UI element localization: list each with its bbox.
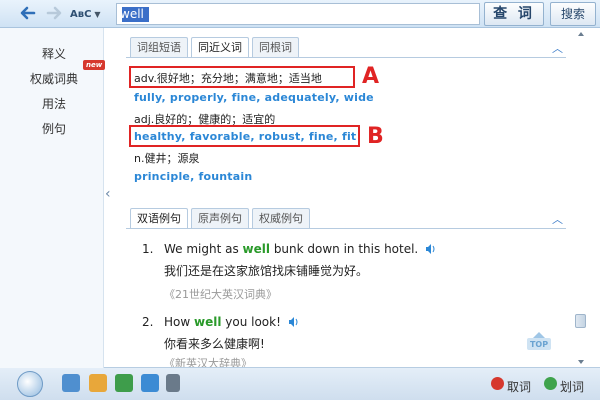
notebook-icon[interactable] bbox=[89, 374, 107, 392]
speaker-icon[interactable] bbox=[288, 316, 298, 328]
example-english-pre: How bbox=[164, 315, 194, 329]
annotation-box-a bbox=[129, 66, 355, 88]
query-button[interactable]: 查 词 bbox=[484, 2, 544, 26]
chevron-left-icon[interactable]: ‹ bbox=[105, 186, 111, 202]
example-keyword: well bbox=[194, 315, 222, 329]
collapse-up-icon[interactable]: ︿ bbox=[552, 211, 563, 227]
example-english-pre: We might as bbox=[164, 242, 243, 256]
fetch-word-icon[interactable] bbox=[491, 377, 504, 390]
example-source[interactable]: 《新英汉大辞典》 bbox=[164, 355, 252, 367]
mobile-icon[interactable] bbox=[166, 374, 180, 392]
main-menu-icon[interactable] bbox=[17, 371, 43, 397]
statusbar: 取词 划词 bbox=[0, 368, 600, 400]
fetch-word-toggle[interactable]: 取词 bbox=[507, 378, 531, 395]
sidebar: 释义 权威词典 new 用法 例句 bbox=[0, 28, 106, 368]
annotation-label-b: B bbox=[367, 124, 384, 149]
sidebar-item-usage[interactable]: 用法 bbox=[42, 95, 66, 112]
community-icon[interactable] bbox=[115, 374, 133, 392]
tab-phrases[interactable]: 词组短语 bbox=[130, 37, 188, 57]
search-box[interactable]: ▼ bbox=[116, 3, 585, 25]
collapse-up-icon[interactable]: ︿ bbox=[552, 40, 563, 56]
definition-line: n.健井；源泉 bbox=[134, 152, 200, 165]
tab-synonyms[interactable]: 同近义词 bbox=[191, 37, 249, 57]
dictionary-selector-label: AʙC bbox=[70, 8, 92, 20]
sidebar-item-definition[interactable]: 释义 bbox=[42, 45, 66, 62]
example-source[interactable]: 《21世纪大英汉词典》 bbox=[164, 286, 277, 302]
scrollbar-thumb[interactable] bbox=[575, 314, 586, 328]
example-number: 2. bbox=[142, 315, 154, 329]
chevron-down-icon: ▼ bbox=[94, 9, 101, 19]
new-badge: new bbox=[83, 60, 106, 70]
main-panel: 释义 权威词典 new 用法 例句 ‹ 词组短语 同近义词 同根词 ︿ adv.… bbox=[0, 28, 600, 368]
synonym-list[interactable]: fully, properly, fine, adequately, wide bbox=[134, 91, 374, 104]
definition-tabs: 词组短语 同近义词 同根词 bbox=[130, 37, 299, 57]
example-english-post: you look! bbox=[221, 315, 281, 329]
example-keyword: well bbox=[242, 242, 270, 256]
toolbar: AʙC ▼ ▼ 查 词 搜索 bbox=[0, 0, 600, 28]
example-chinese: 我们还是在这家旅馆找床铺睡觉为好。 bbox=[164, 264, 369, 278]
example-tabs: 双语例句 原声例句 权威例句 bbox=[130, 208, 310, 228]
translate-icon[interactable] bbox=[141, 374, 159, 392]
synonym-list[interactable]: principle, fountain bbox=[134, 170, 252, 183]
example-chinese: 你看来多么健康啊! bbox=[164, 337, 265, 351]
select-word-toggle[interactable]: 划词 bbox=[560, 378, 584, 395]
forward-arrow-icon[interactable] bbox=[44, 4, 64, 22]
example-english: We might as well bunk down in this hotel… bbox=[164, 242, 435, 256]
tab-divider bbox=[126, 57, 566, 58]
sidebar-item-authoritative-dictionary[interactable]: 权威词典 bbox=[30, 70, 78, 87]
tab-authoritative-examples[interactable]: 权威例句 bbox=[252, 208, 310, 228]
back-to-top-button[interactable]: TOP bbox=[526, 331, 552, 351]
select-word-icon[interactable] bbox=[544, 377, 557, 390]
tab-audio-examples[interactable]: 原声例句 bbox=[191, 208, 249, 228]
speaker-icon[interactable] bbox=[425, 243, 435, 255]
back-arrow-icon[interactable] bbox=[18, 4, 38, 22]
example-english: How well you look! bbox=[164, 315, 298, 329]
annotation-box-b bbox=[129, 125, 360, 147]
search-input[interactable] bbox=[120, 6, 420, 22]
tab-cognates[interactable]: 同根词 bbox=[252, 37, 299, 57]
back-to-top-label: TOP bbox=[530, 340, 548, 349]
wordbook-icon[interactable] bbox=[62, 374, 80, 392]
example-english-post: bunk down in this hotel. bbox=[270, 242, 419, 256]
sidebar-item-examples[interactable]: 例句 bbox=[42, 120, 66, 137]
annotation-label-a: A bbox=[362, 64, 380, 89]
example-number: 1. bbox=[142, 242, 154, 256]
web-search-button[interactable]: 搜索 bbox=[550, 2, 596, 26]
dictionary-selector[interactable]: AʙC ▼ bbox=[70, 4, 114, 24]
tab-divider bbox=[126, 228, 566, 229]
tab-bilingual-examples[interactable]: 双语例句 bbox=[130, 208, 188, 228]
